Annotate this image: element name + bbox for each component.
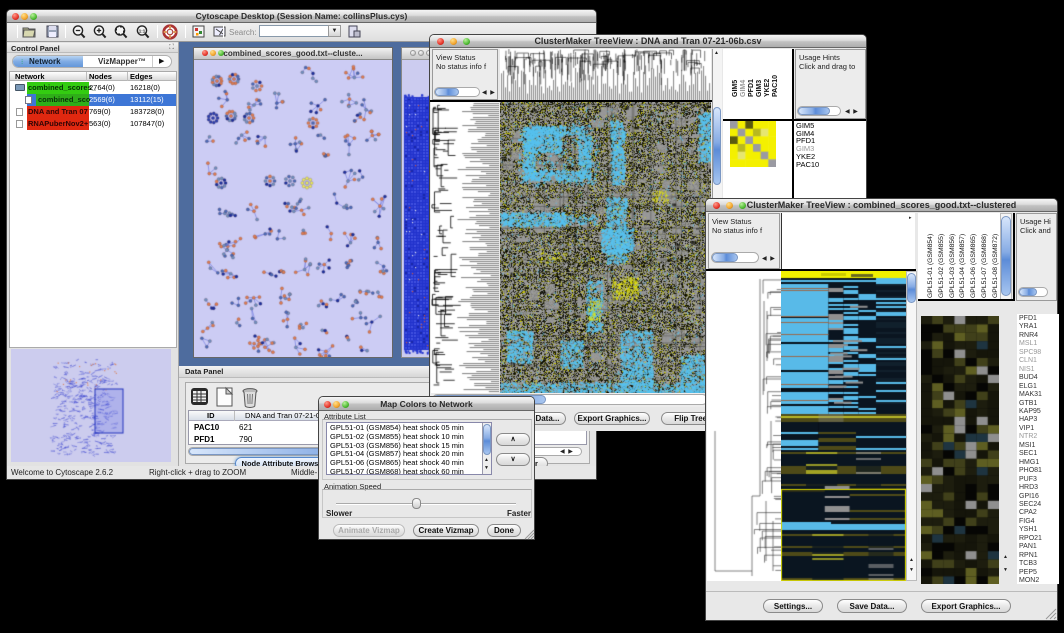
svg-text:1:1: 1:1: [139, 29, 146, 34]
